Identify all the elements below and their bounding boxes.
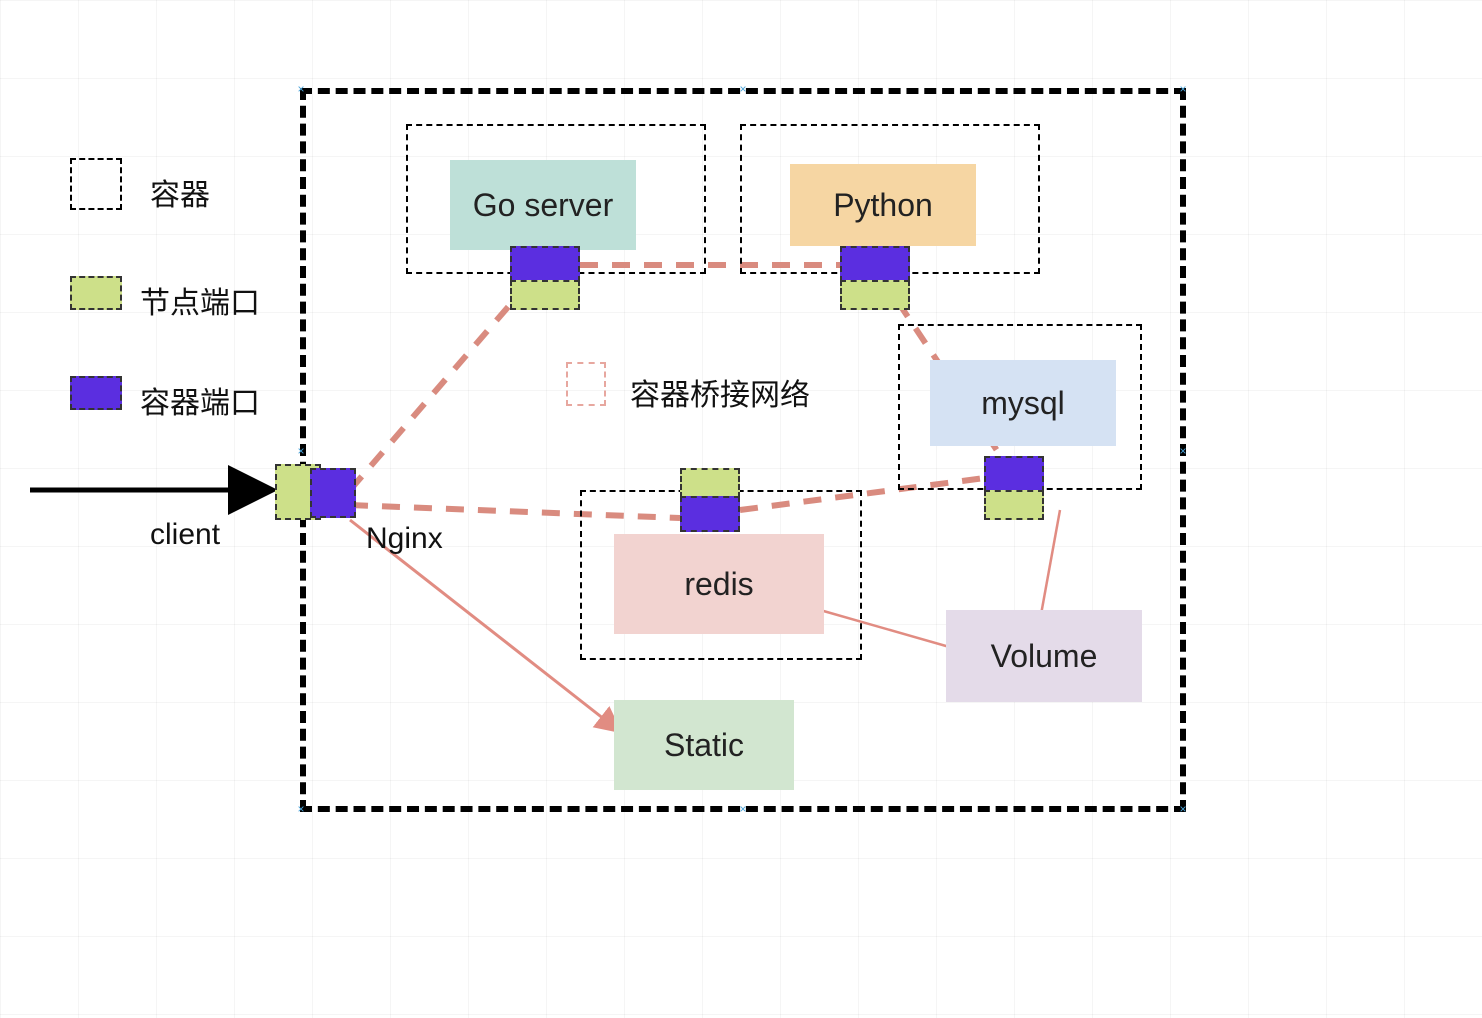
nginx-container-port — [310, 468, 356, 518]
redis-container-port — [680, 496, 740, 532]
python-node-port — [840, 280, 910, 310]
legend-node-port-swatch — [70, 276, 122, 310]
nginx-label: Nginx — [366, 522, 443, 556]
selection-handle-icon: × — [738, 804, 748, 814]
selection-handle-icon: × — [1178, 446, 1188, 456]
service-go-label: Go server — [473, 187, 613, 224]
selection-handle-icon: × — [738, 84, 748, 94]
selection-handle-icon: × — [296, 446, 306, 456]
selection-handle-icon: × — [1178, 804, 1188, 814]
bridge-network-label: 容器桥接网络 — [630, 370, 810, 414]
service-volume-label: Volume — [991, 638, 1098, 675]
service-static: Static — [614, 700, 794, 790]
redis-node-port — [680, 468, 740, 498]
legend-container-port-label: 容器端口 — [140, 378, 260, 422]
selection-handle-icon: × — [296, 84, 306, 94]
selection-handle-icon: × — [296, 804, 306, 814]
bridge-network-swatch — [566, 362, 606, 406]
mysql-container-port — [984, 456, 1044, 492]
service-python-label: Python — [833, 187, 933, 224]
legend-container-port-swatch — [70, 376, 122, 410]
service-static-label: Static — [664, 727, 744, 764]
service-volume: Volume — [946, 610, 1142, 702]
service-redis-label: redis — [684, 566, 753, 603]
go-container-port — [510, 246, 580, 282]
selection-handle-icon: × — [1178, 84, 1188, 94]
mysql-node-port — [984, 490, 1044, 520]
service-mysql-label: mysql — [981, 385, 1065, 422]
python-container-port — [840, 246, 910, 282]
client-label: client — [150, 518, 220, 552]
service-go: Go server — [450, 160, 636, 250]
legend-node-port-label: 节点端口 — [140, 278, 260, 322]
service-mysql: mysql — [930, 360, 1116, 446]
go-node-port — [510, 280, 580, 310]
legend-container-swatch — [70, 158, 122, 210]
service-redis: redis — [614, 534, 824, 634]
legend-container-label: 容器 — [150, 170, 210, 214]
service-python: Python — [790, 164, 976, 246]
